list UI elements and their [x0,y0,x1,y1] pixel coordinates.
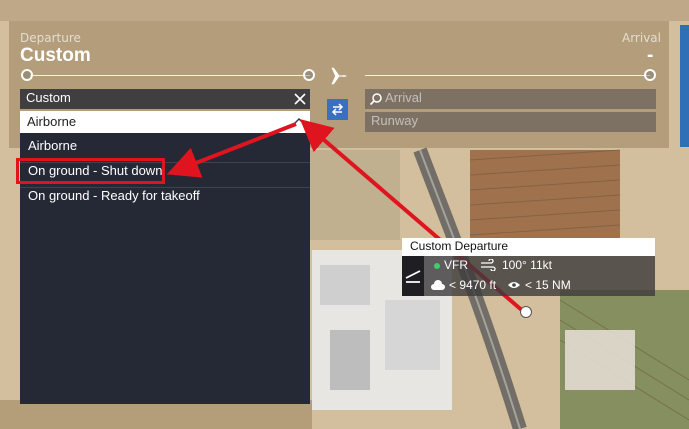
map-card-title[interactable]: Custom Departure [402,238,655,256]
map-card-takeoff-icon-box [402,256,424,296]
cloud-icon [431,280,445,290]
visibility-icon [508,282,520,288]
takeoff-icon [405,270,421,283]
vfr-status-dot [434,263,440,269]
flight-rules: VFR [444,258,468,272]
wind-value: 100° 11kt [502,258,552,272]
wind-icon [481,259,496,271]
annotation-arrows [166,119,526,314]
visibility-value: < 15 NM [525,278,571,292]
cloud-ceiling: < 9470 ft [449,278,497,292]
map-card-title-text: Custom Departure [410,239,509,253]
side-panel-tab[interactable] [680,25,689,147]
departure-map-pin[interactable] [520,306,532,318]
